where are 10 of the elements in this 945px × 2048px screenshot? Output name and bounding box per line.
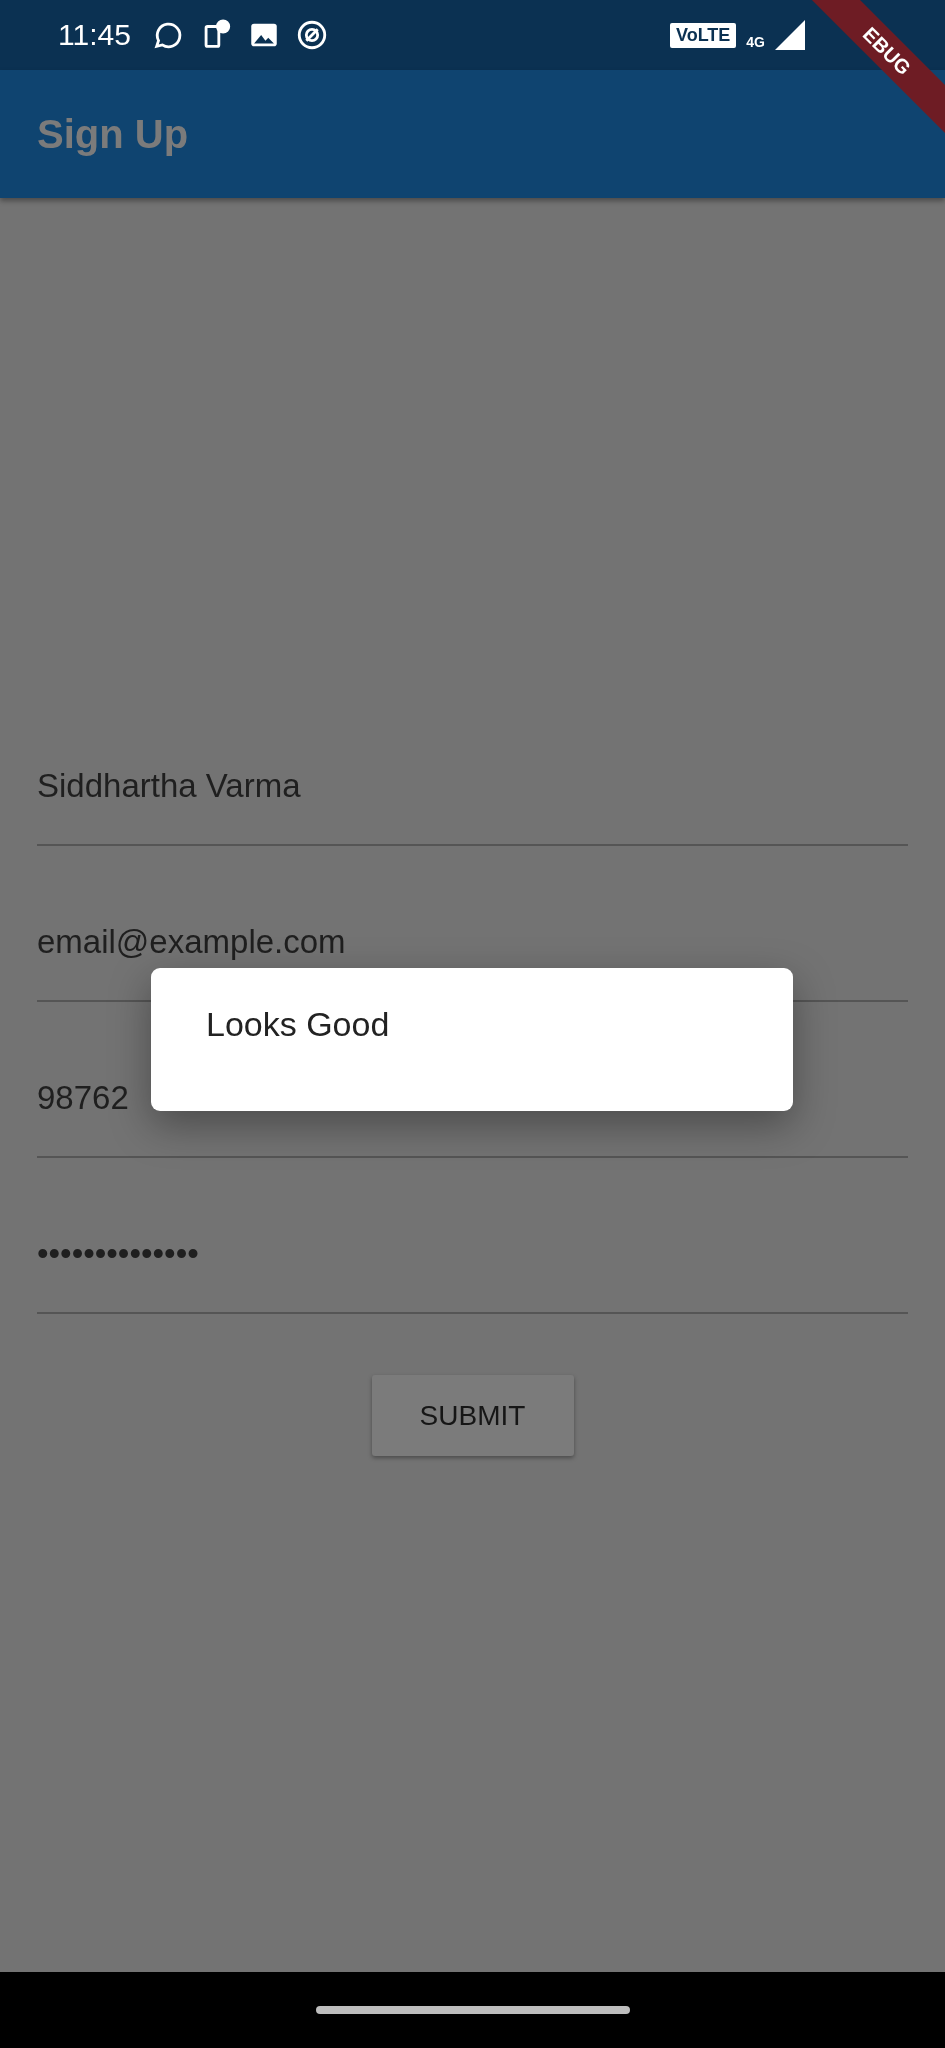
home-indicator[interactable] <box>315 2006 630 2014</box>
text-field[interactable]: •••••••••••••• <box>37 1194 908 1314</box>
app-bar-title: Sign Up <box>37 111 189 157</box>
text-field[interactable]: Siddhartha Varma <box>37 726 908 846</box>
network-type: 4G <box>746 34 765 50</box>
signal-icon <box>775 20 805 50</box>
dialog-message: Looks Good <box>206 1005 390 1044</box>
submit-button[interactable]: SUBMIT <box>371 1375 574 1456</box>
clock-time: 11:45 <box>58 18 131 52</box>
volte-badge: VoLTE <box>670 22 737 48</box>
